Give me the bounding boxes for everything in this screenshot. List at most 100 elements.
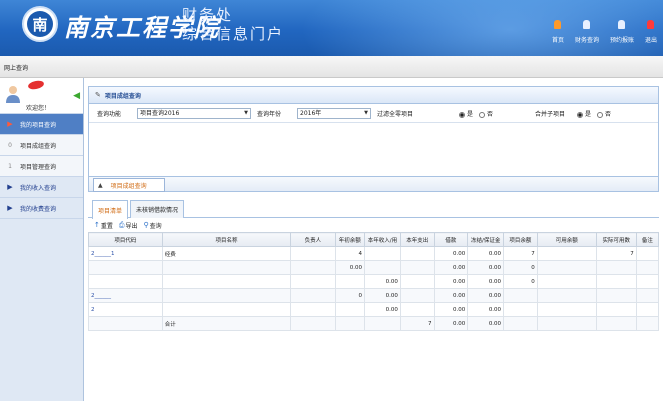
sidebar-item-label: 项目管理查询 [20,163,57,171]
sidebar-item-manage-query[interactable]: 1 项目管理查询 [0,156,83,177]
table-cell [536,260,597,275]
table-cell: 0.00 [467,260,505,275]
main-content: ✎ 项目成组查询 查询功能 项目查询2016 ▼ 查询年份 2016年 ▼ 过滤… [88,86,660,401]
sidebar-item-my-fees[interactable]: ▶ 我的收费查询 [0,198,83,219]
col-header[interactable]: 项目名称 [161,232,292,247]
tab-project-list[interactable]: 项目清单 [92,200,128,219]
table-cell[interactable] [88,316,163,331]
table-row[interactable]: 2 0.00 0.00 0.00 [88,302,660,317]
table-cell [635,316,660,331]
radio-unchecked-icon [597,111,603,118]
query-year-select[interactable]: 2016年 ▼ [297,108,371,119]
col-header[interactable]: 本年收入/用 [364,232,401,247]
query-label: 查询 [149,222,162,230]
query-year-label: 查询年份 [257,111,282,118]
sidebar-item-my-income[interactable]: ▶ 我的收入查询 [0,177,83,198]
reset-button[interactable]: ↑ 重置 [94,221,113,230]
table-row[interactable]: 2______ 0 0.00 0.00 0.00 [88,288,660,303]
table-cell: 0 [503,260,538,275]
caret-up-icon: ▲ [98,181,103,189]
sidebar-item-my-projects[interactable]: ▶ 我的项目查询 [0,114,83,135]
table-cell [290,288,336,303]
sidebar-item-label: 我的收费查询 [20,205,57,213]
table-cell[interactable]: 2______ [88,288,163,303]
col-header[interactable]: 实际可用数 [595,232,637,247]
radio-checked-icon [577,111,583,118]
nav-appointment[interactable]: 预约报账 [610,20,634,44]
table-cell: 合计 [161,316,292,331]
table-cell [536,274,597,289]
sidebar-item-group-query[interactable]: 0 项目成组查询 [0,135,83,156]
table-body: 2______1 经费 4 0.00 0.00 7 7 0.00 0.00 0.00 0 0.00 0.… [88,246,660,331]
table-header-row: 项目代码 项目名称 负责人 年初余额 本年收入/用 本年支出 借款 冻结/保证金… [88,232,660,247]
table-cell [536,246,597,261]
filter-zero-yes[interactable]: 是 [459,109,473,118]
yes-label: 是 [585,111,592,118]
table-cell: 0.00 [467,274,505,289]
nav-finance-query[interactable]: 财务查询 [575,20,599,44]
reset-icon: ↑ [94,221,100,229]
nav-finance-query-label: 财务查询 [574,37,599,44]
sidebar: 欢迎您！ ◀ ▶ 我的项目查询 0 项目成组查询 1 项目管理查询 ▶ 我的收入… [0,78,84,401]
table-row[interactable]: 合计 7 0.00 0.00 [88,316,660,331]
table-cell[interactable] [88,274,163,289]
tab-unpaid-loans[interactable]: 未核销借款情况 [130,200,184,218]
col-header[interactable]: 借款 [433,232,469,247]
col-header[interactable]: 项目余额 [503,232,538,247]
table-cell [399,302,435,317]
merge-no[interactable]: 否 [597,109,611,118]
export-button[interactable]: ⎙ 导出 [119,221,138,230]
nav-home[interactable]: 首页 [552,20,564,44]
table-cell: 4 [334,246,366,261]
portal-title-line1: 财务处 [182,6,234,24]
table-cell [334,302,366,317]
table-cell [161,302,292,317]
table-cell[interactable]: 2 [88,302,163,317]
table-cell [364,260,401,275]
collapse-bar: ▲ 项目成组查询 [88,176,659,192]
table-cell [595,316,637,331]
chevron-down-icon: ▼ [364,110,368,116]
merge-yes[interactable]: 是 [577,109,591,118]
filter-zero-label: 过滤全零项目 [377,111,414,118]
table-row[interactable]: 0.00 0.00 0.00 0 [88,274,660,289]
collapse-sidebar-icon[interactable]: ◀ [73,91,80,101]
query-button[interactable]: ⚲ 查询 [144,221,162,230]
merge-subproject-label: 合并子项目 [535,111,566,118]
collapse-toggle[interactable]: ▲ 项目成组查询 [93,178,165,192]
col-header[interactable]: 项目代码 [88,232,163,247]
table-row[interactable]: 2______1 经费 4 0.00 0.00 7 7 [88,246,660,261]
query-function-select[interactable]: 项目查询2016 ▼ [137,108,251,119]
sidebar-item-index: 0 [8,141,12,149]
col-header[interactable]: 本年支出 [399,232,435,247]
table-cell [334,274,366,289]
table-row[interactable]: 0.00 0.00 0.00 0 [88,260,660,275]
table-cell [290,274,336,289]
col-header[interactable]: 冻结/保证金 [467,232,505,247]
reset-label: 重置 [100,222,113,230]
filter-zero-no[interactable]: 否 [479,109,493,118]
portal-title: 财务处 综合信息门户 [182,6,284,44]
table-cell [290,302,336,317]
header-banner: 南 南京工程学院 财务处 综合信息门户 首页 财务查询 预约报账 退出 [0,0,663,56]
online-query-label[interactable]: 网上查询 [4,63,28,72]
col-header[interactable]: 备注 [635,232,660,247]
table-cell [503,302,538,317]
appointment-icon [618,20,626,29]
finance-query-icon [583,20,591,29]
table-cell [334,316,366,331]
nav-logout[interactable]: 退出 [645,20,657,44]
col-header[interactable]: 负责人 [290,232,336,247]
table-cell[interactable] [88,260,163,275]
table-cell: 7 [595,246,637,261]
table-cell [161,260,292,275]
table-cell: 经费 [161,246,292,261]
table-cell: 0 [334,288,366,303]
query-function-label: 查询功能 [97,111,122,118]
col-header[interactable]: 可用余额 [536,232,597,247]
chevron-down-icon: ▼ [244,110,248,116]
table-cell[interactable]: 2______1 [88,246,163,261]
col-header[interactable]: 年初余额 [334,232,366,247]
table-cell [290,260,336,275]
table-cell: 0.00 [433,288,469,303]
